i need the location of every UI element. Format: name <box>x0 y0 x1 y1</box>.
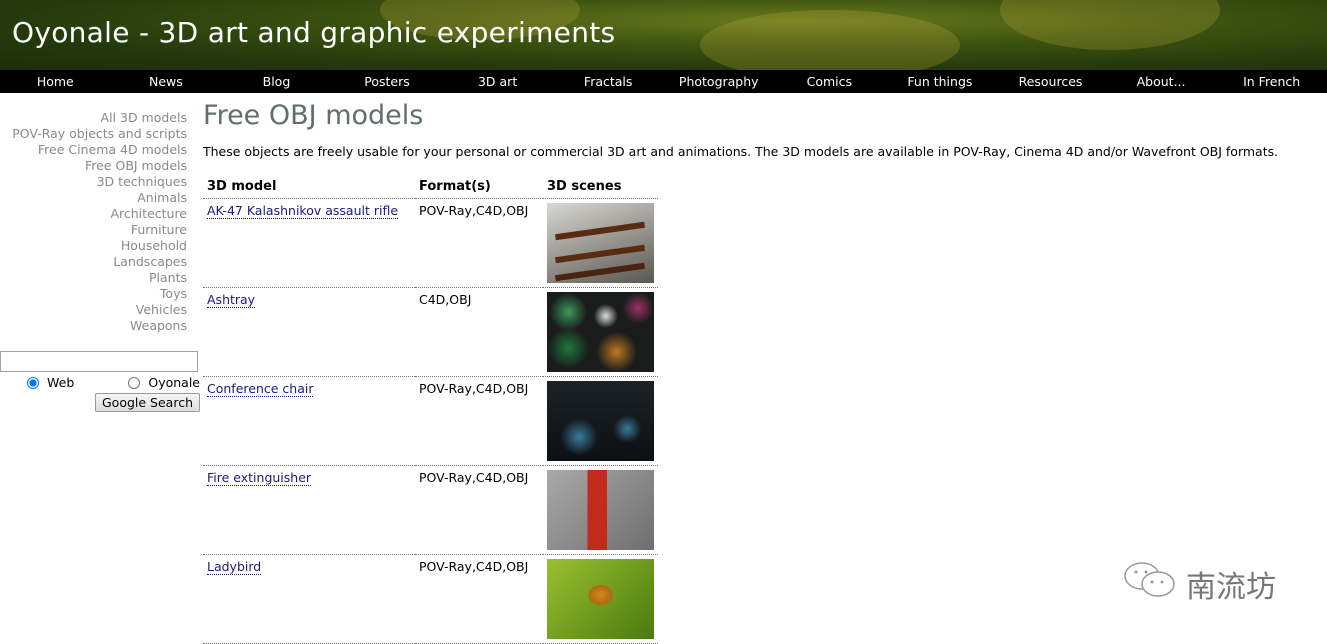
model-formats: C4D,OBJ <box>415 287 543 377</box>
google-search-form: Web Oyonale Google Search <box>0 351 200 412</box>
sidebar-item[interactable]: Animals <box>0 190 187 206</box>
scene-thumbnail[interactable] <box>547 203 654 283</box>
nav-fun-things[interactable]: Fun things <box>885 70 996 93</box>
nav-photography[interactable]: Photography <box>663 70 774 93</box>
sidebar-item[interactable]: Vehicles <box>0 302 187 318</box>
nav-about[interactable]: About... <box>1106 70 1217 93</box>
nav-in-french[interactable]: In French <box>1216 70 1327 93</box>
radio-oyonale-input[interactable] <box>128 376 141 389</box>
model-link[interactable]: Ladybird <box>207 559 262 575</box>
table-row: Ashtray C4D,OBJ <box>203 287 658 377</box>
sidebar-item[interactable]: Furniture <box>0 222 187 238</box>
model-formats: POV-Ray,C4D,OBJ <box>415 376 543 466</box>
site-header: Oyonale - 3D art and graphic experiments <box>0 0 1327 70</box>
nav-posters[interactable]: Posters <box>332 70 443 93</box>
page-title: Free OBJ models <box>203 100 424 131</box>
nav-home[interactable]: Home <box>0 70 111 93</box>
model-link[interactable]: Conference chair <box>207 381 314 397</box>
model-link[interactable]: Fire extinguisher <box>207 470 312 486</box>
radio-oyonale-label: Oyonale <box>148 375 200 390</box>
sidebar-item[interactable]: 3D techniques <box>0 174 187 190</box>
scene-thumbnail[interactable] <box>547 292 654 372</box>
scene-thumbnail[interactable] <box>547 381 654 461</box>
col-scenes: 3D scenes <box>543 176 658 199</box>
sidebar-item[interactable]: Plants <box>0 270 187 286</box>
wechat-icon <box>1122 560 1180 608</box>
nav-blog[interactable]: Blog <box>221 70 332 93</box>
nav-fractals[interactable]: Fractals <box>553 70 664 93</box>
scene-thumbnail[interactable] <box>547 470 654 550</box>
table-row: Conference chair POV-Ray,C4D,OBJ <box>203 376 658 466</box>
col-model: 3D model <box>203 176 415 199</box>
sidebar-item[interactable]: Household <box>0 238 187 254</box>
table-row: Ladybird POV-Ray,C4D,OBJ <box>203 554 658 644</box>
sidebar-item[interactable]: Free OBJ models <box>0 158 187 174</box>
radio-web[interactable]: Web <box>27 375 74 390</box>
watermark: 南流坊 <box>1122 560 1276 608</box>
radio-oyonale[interactable]: Oyonale <box>128 375 200 390</box>
table-header: 3D model Format(s) 3D scenes <box>203 176 658 199</box>
search-input[interactable] <box>0 351 198 372</box>
sidebar: All 3D models POV-Ray objects and script… <box>0 110 187 334</box>
model-link[interactable]: Ashtray <box>207 292 256 308</box>
model-formats: POV-Ray,C4D,OBJ <box>415 198 543 288</box>
nav-news[interactable]: News <box>111 70 222 93</box>
sidebar-item[interactable]: Landscapes <box>0 254 187 270</box>
radio-web-input[interactable] <box>27 376 39 389</box>
watermark-text: 南流坊 <box>1186 570 1276 605</box>
nav-3d-art[interactable]: 3D art <box>442 70 553 93</box>
sidebar-item[interactable]: Free Cinema 4D models <box>0 142 187 158</box>
radio-web-label: Web <box>47 375 75 390</box>
nav-resources[interactable]: Resources <box>995 70 1106 93</box>
table-row: Fire extinguisher POV-Ray,C4D,OBJ <box>203 465 658 555</box>
col-formats: Format(s) <box>415 176 543 199</box>
intro-text: These objects are freely usable for your… <box>203 144 1279 159</box>
model-formats: POV-Ray,C4D,OBJ <box>415 465 543 555</box>
sidebar-item[interactable]: Weapons <box>0 318 187 334</box>
site-title[interactable]: Oyonale - 3D art and graphic experiments <box>12 16 615 49</box>
main-nav: Home News Blog Posters 3D art Fractals P… <box>0 70 1327 93</box>
table-row: AK-47 Kalashnikov assault rifle POV-Ray,… <box>203 198 658 288</box>
sidebar-item[interactable]: Toys <box>0 286 187 302</box>
sidebar-item[interactable]: All 3D models <box>0 110 187 126</box>
model-link[interactable]: AK-47 Kalashnikov assault rifle <box>207 203 399 219</box>
nav-comics[interactable]: Comics <box>774 70 885 93</box>
sidebar-item[interactable]: Architecture <box>0 206 187 222</box>
sidebar-item[interactable]: POV-Ray objects and scripts <box>0 126 187 142</box>
scene-thumbnail[interactable] <box>547 559 654 639</box>
google-search-button[interactable]: Google Search <box>95 393 200 412</box>
model-formats: POV-Ray,C4D,OBJ <box>415 554 543 644</box>
models-table: 3D model Format(s) 3D scenes AK-47 Kalas… <box>203 176 658 644</box>
